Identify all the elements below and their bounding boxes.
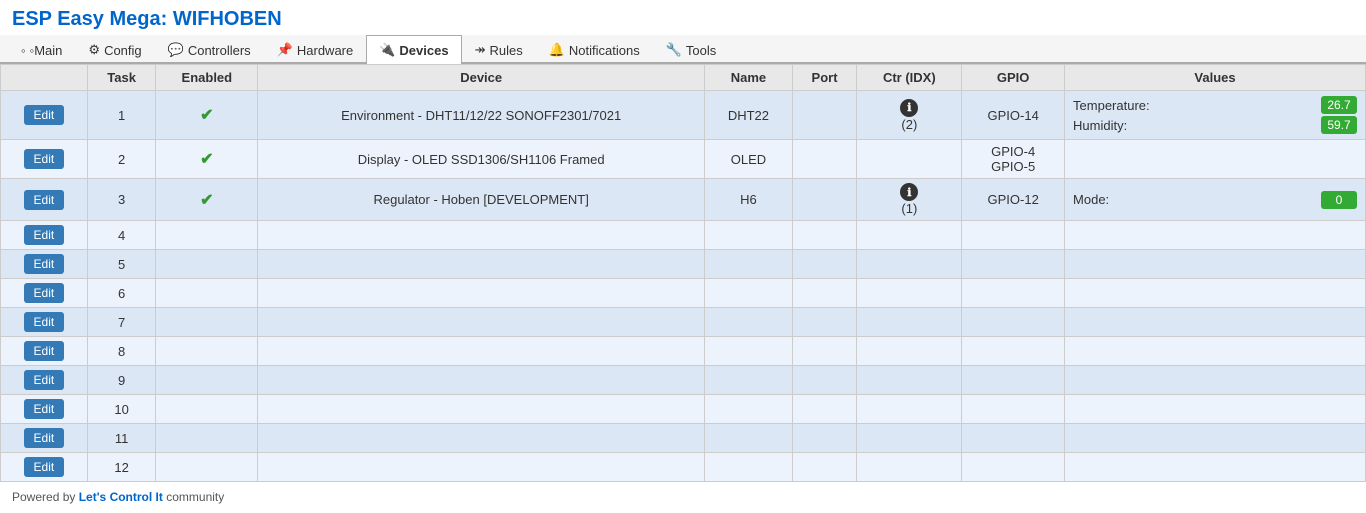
enabled-cell: ✔ [156, 91, 258, 140]
port-cell [792, 140, 857, 179]
task-cell: 2 [87, 140, 156, 179]
device-cell: Environment - DHT11/12/22 SONOFF2301/702… [258, 91, 705, 140]
device-cell: Regulator - Hoben [DEVELOPMENT] [258, 179, 705, 221]
values-cell: Temperature: 26.7 Humidity: 59.7 [1065, 91, 1366, 140]
edit-button-1[interactable]: Edit [24, 105, 65, 125]
table-row: Edit 12 [1, 453, 1366, 482]
footer-prefix: Powered by [12, 490, 79, 504]
nav-tools[interactable]: 🔧 Tools [653, 35, 730, 64]
table-row: Edit 8 [1, 337, 1366, 366]
gpio-cell: GPIO-12 [962, 179, 1065, 221]
values-cell [1065, 140, 1366, 179]
footer-suffix: community [163, 490, 224, 504]
devices-table: Task Enabled Device Name Port Ctr (IDX) … [0, 64, 1366, 482]
edit-cell[interactable]: Edit [1, 91, 88, 140]
edit-button-4[interactable]: Edit [24, 225, 65, 245]
page-title: ESP Easy Mega: WIFHOBEN [0, 0, 1366, 35]
config-icon: ⚙ [88, 42, 100, 58]
values-cell: Mode: 0 [1065, 179, 1366, 221]
edit-cell[interactable]: Edit [1, 140, 88, 179]
name-cell: DHT22 [705, 91, 793, 140]
enabled-check: ✔ [200, 192, 213, 209]
port-cell [792, 91, 857, 140]
devices-table-container: Task Enabled Device Name Port Ctr (IDX) … [0, 64, 1366, 482]
header-ctr: Ctr (IDX) [857, 65, 962, 91]
edit-button-2[interactable]: Edit [24, 149, 65, 169]
table-row: Edit 3 ✔ Regulator - Hoben [DEVELOPMENT]… [1, 179, 1366, 221]
table-row: Edit 5 [1, 250, 1366, 279]
edit-button-3[interactable]: Edit [24, 190, 65, 210]
info-icon: ℹ [900, 183, 918, 201]
info-icon: ℹ [900, 99, 918, 117]
header-values: Values [1065, 65, 1366, 91]
value-row: Temperature: 26.7 [1073, 95, 1357, 115]
table-row: Edit 10 [1, 395, 1366, 424]
value-row: Humidity: 59.7 [1073, 115, 1357, 135]
edit-cell[interactable]: Edit [1, 179, 88, 221]
table-header-row: Task Enabled Device Name Port Ctr (IDX) … [1, 65, 1366, 91]
nav-controllers[interactable]: 💬 Controllers [155, 35, 264, 64]
footer: Powered by Let's Control It community [0, 482, 1366, 512]
header-enabled: Enabled [156, 65, 258, 91]
nav-notifications[interactable]: 🔔 Notifications [536, 35, 653, 64]
port-cell [792, 179, 857, 221]
main-icon: ◦ [21, 43, 26, 58]
table-row: Edit 1 ✔ Environment - DHT11/12/22 SONOF… [1, 91, 1366, 140]
edit-button-11[interactable]: Edit [24, 428, 65, 448]
tools-icon: 🔧 [666, 42, 682, 58]
edit-button-6[interactable]: Edit [24, 283, 65, 303]
gpio-cell: GPIO-4GPIO-5 [962, 140, 1065, 179]
footer-link[interactable]: Let's Control It [79, 490, 163, 504]
ctr-cell [857, 140, 962, 179]
task-cell: 3 [87, 179, 156, 221]
edit-button-9[interactable]: Edit [24, 370, 65, 390]
nav-main[interactable]: ◦ ◦Main [8, 36, 75, 64]
value-badge: 59.7 [1321, 116, 1357, 134]
devices-icon: 🔌 [379, 42, 395, 58]
edit-button-7[interactable]: Edit [24, 312, 65, 332]
nav-config[interactable]: ⚙ Config [75, 35, 154, 64]
nav-hardware[interactable]: 📌 Hardware [264, 35, 367, 64]
table-row: Edit 2 ✔ Display - OLED SSD1306/SH1106 F… [1, 140, 1366, 179]
controllers-icon: 💬 [168, 42, 184, 58]
header-task: Task [87, 65, 156, 91]
table-row: Edit 4 [1, 221, 1366, 250]
value-badge: 26.7 [1321, 96, 1357, 114]
ctr-info: ℹ (2) [865, 99, 953, 132]
table-row: Edit 9 [1, 366, 1366, 395]
value-row: Mode: 0 [1073, 190, 1357, 210]
value-badge: 0 [1321, 191, 1357, 209]
table-row: Edit 11 [1, 424, 1366, 453]
edit-button-8[interactable]: Edit [24, 341, 65, 361]
enabled-cell: ✔ [156, 140, 258, 179]
edit-button-5[interactable]: Edit [24, 254, 65, 274]
edit-button-10[interactable]: Edit [24, 399, 65, 419]
rules-icon: ↠ [475, 42, 486, 58]
nav-devices[interactable]: 🔌 Devices [366, 35, 461, 64]
edit-button-12[interactable]: Edit [24, 457, 65, 477]
hardware-icon: 📌 [277, 42, 293, 58]
header-port: Port [792, 65, 857, 91]
nav-rules[interactable]: ↠ Rules [462, 35, 536, 64]
name-cell: OLED [705, 140, 793, 179]
navigation: ◦ ◦Main ⚙ Config 💬 Controllers 📌 Hardwar… [0, 35, 1366, 64]
header-device: Device [258, 65, 705, 91]
enabled-check: ✔ [200, 107, 213, 124]
header-gpio: GPIO [962, 65, 1065, 91]
gpio-cell: GPIO-14 [962, 91, 1065, 140]
name-cell: H6 [705, 179, 793, 221]
device-cell: Display - OLED SSD1306/SH1106 Framed [258, 140, 705, 179]
table-row: Edit 7 [1, 308, 1366, 337]
ctr-info: ℹ (1) [865, 183, 953, 216]
header-name: Name [705, 65, 793, 91]
header-edit [1, 65, 88, 91]
enabled-cell: ✔ [156, 179, 258, 221]
notifications-icon: 🔔 [549, 42, 565, 58]
table-row: Edit 6 [1, 279, 1366, 308]
ctr-cell: ℹ (2) [857, 91, 962, 140]
enabled-check: ✔ [200, 151, 213, 168]
task-cell: 1 [87, 91, 156, 140]
ctr-cell: ℹ (1) [857, 179, 962, 221]
